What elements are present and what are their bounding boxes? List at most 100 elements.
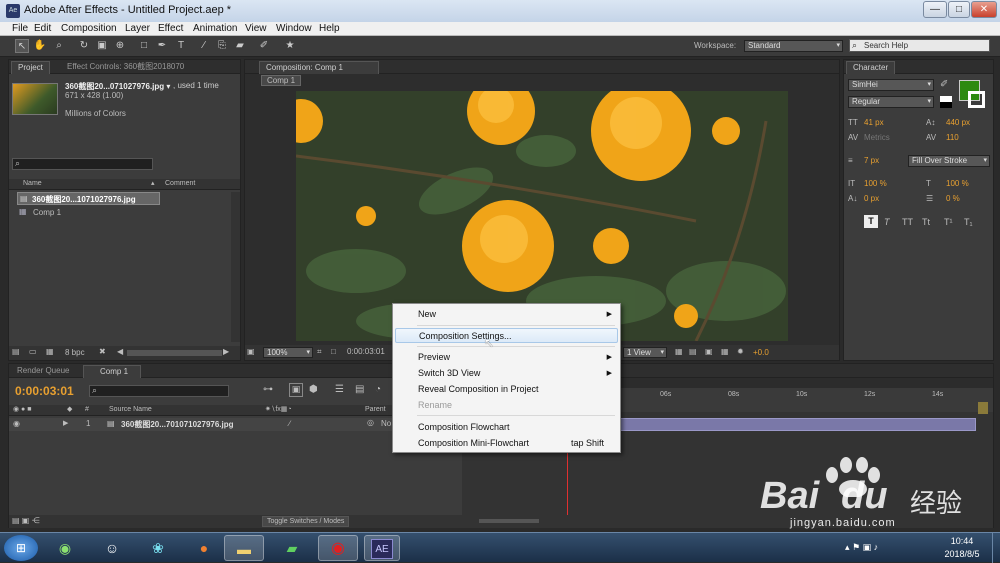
menu-item-composition-mini-flowchart[interactable]: Composition Mini-Flowchart tap Shift [395, 436, 618, 451]
qq-icon[interactable]: ☺ [94, 535, 130, 561]
stroke-color-swatch[interactable] [968, 91, 985, 108]
show-desktop-button[interactable] [992, 533, 1000, 563]
project-item-comp[interactable]: ▦ Comp 1 [17, 207, 160, 219]
menu-composition[interactable]: Composition [61, 23, 117, 34]
menu-view[interactable]: View [245, 23, 267, 34]
kerning-value[interactable]: Metrics [864, 133, 890, 142]
live-update-icon[interactable]: ▣ [289, 383, 303, 397]
menu-item-switch-3d-view[interactable]: Switch 3D View ▶ [395, 366, 618, 381]
menu-help[interactable]: Help [319, 23, 340, 34]
parent-value[interactable]: No [381, 419, 391, 428]
layer-name[interactable]: 360截图20...701071027976.jpg [121, 419, 234, 430]
menu-file[interactable]: File [12, 23, 28, 34]
zoom-slider[interactable] [479, 519, 539, 523]
shy-layers-icon[interactable]: ☰ [335, 384, 344, 395]
clock-time[interactable]: 10:44 [938, 536, 986, 546]
col-source-name[interactable]: Source Name [109, 406, 152, 413]
timeline-options-icon[interactable]: ▤ ▣ ⋲ [12, 516, 40, 525]
camera-tool-icon[interactable]: ▣ [95, 39, 109, 53]
menu-edit[interactable]: Edit [34, 23, 51, 34]
menu-effect[interactable]: Effect [158, 23, 183, 34]
toggle-pixel-icon[interactable]: ▦ [675, 347, 683, 356]
menu-layer[interactable]: Layer [125, 23, 150, 34]
recorder-icon[interactable]: ◉ [318, 535, 358, 561]
work-area-end-handle[interactable] [978, 402, 988, 414]
eyedropper-icon[interactable]: ✐ [940, 79, 948, 90]
current-time-display[interactable]: 0:00:03:01 [347, 347, 385, 356]
roto-tool-icon[interactable]: ✐ [257, 39, 271, 53]
timeline-timecode[interactable]: 0:00:03:01 [15, 384, 74, 398]
stroke-width-value[interactable]: 7 px [864, 156, 879, 165]
scroll-right-icon[interactable]: ▶ [223, 347, 229, 356]
mask-tool-icon[interactable]: □ [137, 39, 151, 53]
menu-window[interactable]: Window [276, 23, 312, 34]
tsume-value[interactable]: 0 % [946, 194, 960, 203]
project-scrollbar[interactable] [231, 192, 240, 342]
timeline-search-input[interactable] [89, 385, 229, 397]
file-explorer-icon[interactable]: ▬ [224, 535, 264, 561]
selection-tool-icon[interactable]: ↖ [15, 39, 29, 53]
tray-icons[interactable]: ▴ ⚑ ▣ ♪ [845, 542, 878, 553]
faux-italic-button[interactable]: T [884, 217, 890, 227]
menu-item-preview[interactable]: Preview ▶ [395, 350, 618, 365]
bpc-label[interactable]: 8 bpc [65, 348, 85, 357]
faux-bold-button[interactable]: T [864, 215, 878, 228]
leading-value[interactable]: 440 px [946, 118, 970, 127]
superscript-button[interactable]: T¹ [944, 217, 953, 227]
eraser-tool-icon[interactable]: ▰ [233, 39, 247, 53]
frame-blending-icon[interactable]: ▤ [355, 384, 364, 395]
black-swatch[interactable] [940, 102, 952, 108]
tab-project[interactable]: Project [11, 61, 50, 74]
new-folder-icon[interactable]: ▭ [29, 347, 37, 356]
col-parent[interactable]: Parent [365, 406, 386, 413]
horizontal-scrollbar[interactable] [127, 350, 222, 356]
zoom-tool-icon[interactable]: ⌕ [52, 39, 66, 53]
magnification-dropdown[interactable]: 100% [263, 347, 313, 358]
new-comp-icon[interactable]: ▦ [46, 347, 54, 356]
comp-breadcrumb[interactable]: Comp 1 [261, 75, 302, 86]
clone-tool-icon[interactable]: ⎘ [215, 39, 229, 53]
hand-tool-icon[interactable]: ✋ [33, 39, 47, 53]
menu-item-composition-settings[interactable]: Composition Settings... [395, 328, 618, 343]
menu-item-composition-flowchart[interactable]: Composition Flowchart [395, 420, 618, 435]
windows-start-icon[interactable]: ⊞ [4, 535, 38, 561]
360-browser-icon[interactable]: ◉ [47, 535, 83, 561]
sort-chevron-icon[interactable]: ▴ [151, 179, 155, 187]
subscript-button[interactable]: T₁ [964, 217, 973, 227]
media-app-icon[interactable]: ▰ [274, 535, 310, 561]
project-item-jpg[interactable]: ▤ 360截图20...1071027976.jpg [17, 192, 160, 205]
tab-effect-controls[interactable]: Effect Controls: 360截图2018070 [61, 61, 216, 74]
puppet-tool-icon[interactable]: ★ [283, 39, 297, 53]
tab-comp-1[interactable]: Comp 1 [83, 365, 141, 378]
maximize-button[interactable]: □ [948, 1, 970, 18]
pan-behind-tool-icon[interactable]: ⊕ [113, 39, 127, 53]
flowchart-icon[interactable]: ▦ [721, 347, 729, 356]
tracking-value[interactable]: 110 [946, 133, 959, 142]
motion-blur-icon[interactable]: ◔ [375, 384, 381, 395]
brush-tool-icon[interactable]: ∕ [197, 39, 211, 53]
view-layout-dropdown[interactable]: 1 View [623, 347, 667, 358]
expand-chevron-icon[interactable]: ▶ [63, 419, 68, 427]
safe-zones-icon[interactable]: ⌗ [317, 347, 322, 357]
stroke-type-dropdown[interactable]: Fill Over Stroke [908, 155, 990, 167]
media-player-icon[interactable]: ❀ [140, 535, 176, 561]
font-family-dropdown[interactable]: SimHei [848, 79, 934, 91]
clock-date[interactable]: 2018/8/5 [938, 549, 986, 559]
pick-whip-icon[interactable]: ◎ [367, 418, 374, 427]
toggle-switches-modes-button[interactable]: Toggle Switches / Modes [262, 516, 350, 527]
draft-3d-icon[interactable]: ⬢ [309, 384, 318, 395]
tab-composition[interactable]: Composition: Comp 1 [259, 61, 379, 74]
menu-item-new[interactable]: New ▶ [395, 307, 618, 322]
trash-icon[interactable]: ✖ [99, 347, 106, 356]
grid-icon[interactable]: □ [331, 347, 336, 356]
scroll-left-icon[interactable]: ◀ [117, 347, 123, 356]
preview-icon[interactable]: ▣ [247, 347, 255, 356]
text-tool-icon[interactable]: T [174, 39, 188, 53]
vertical-scale-value[interactable]: 100 % [864, 179, 887, 188]
after-effects-icon[interactable]: AE [364, 535, 400, 561]
project-search-input[interactable] [12, 158, 153, 170]
font-style-dropdown[interactable]: Regular [848, 96, 934, 108]
timeline-icon[interactable]: ▣ [705, 347, 713, 356]
quality-icon[interactable]: ∕ [289, 419, 290, 428]
all-caps-button[interactable]: TT [902, 217, 913, 227]
